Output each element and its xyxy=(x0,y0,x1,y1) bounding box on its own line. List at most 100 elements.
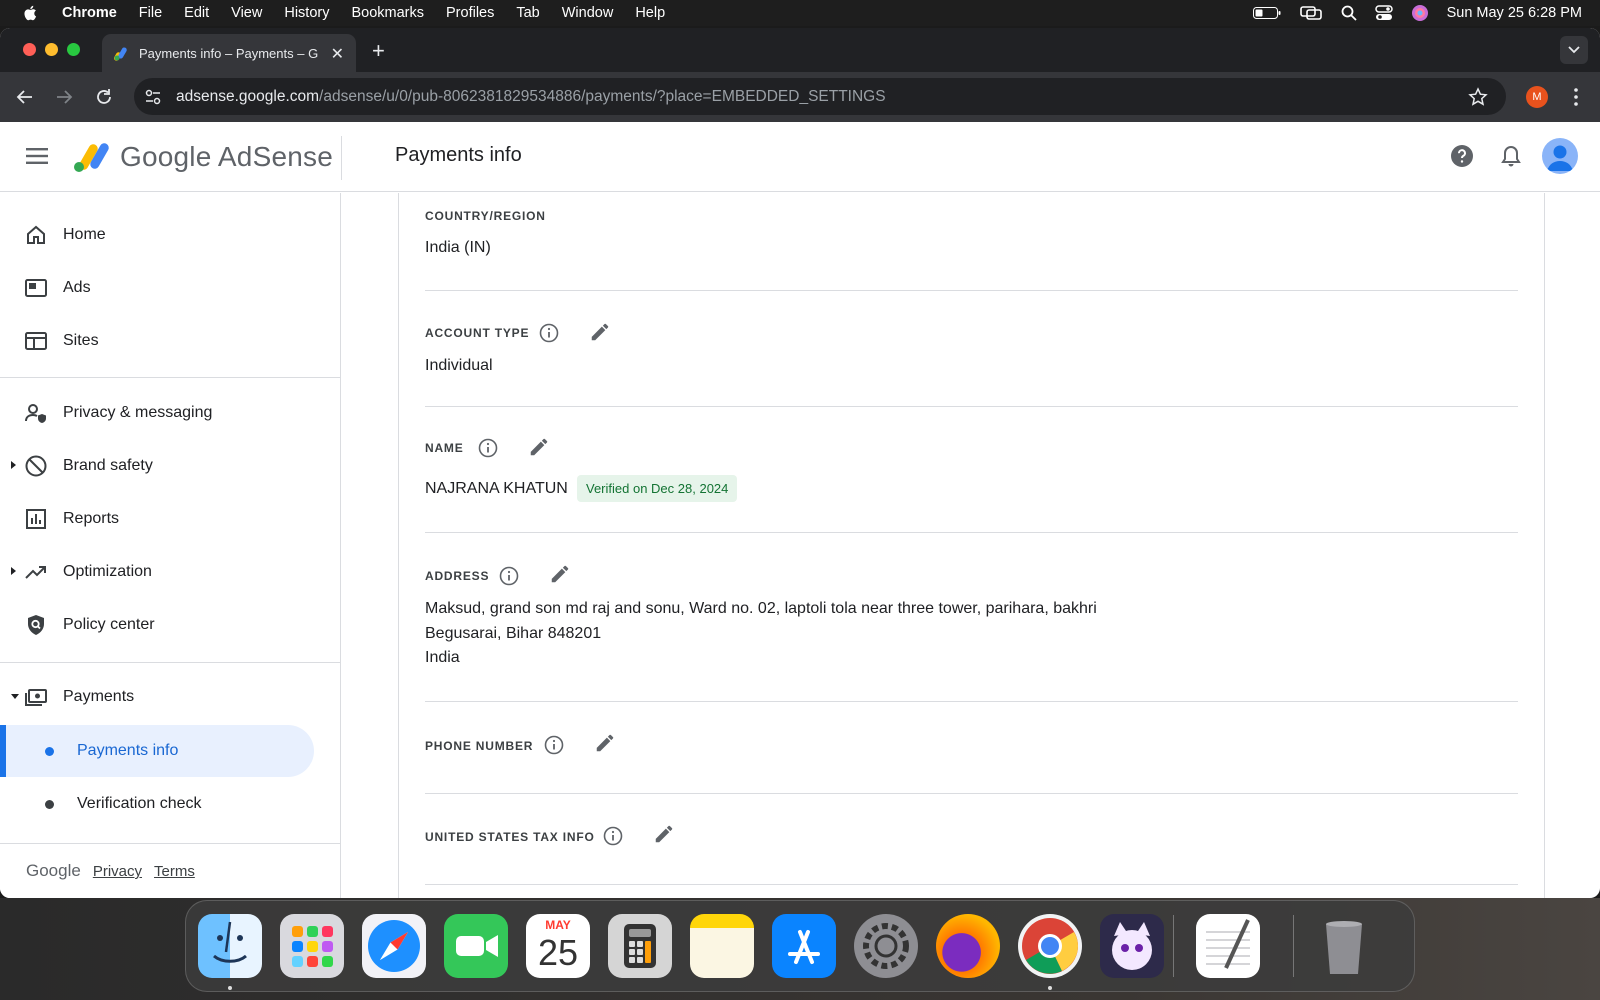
new-tab-button[interactable]: + xyxy=(372,38,385,64)
address-line-1: Maksud, grand son md raj and sonu, Ward … xyxy=(425,600,1097,617)
menu-file[interactable]: File xyxy=(139,5,162,21)
reload-button[interactable] xyxy=(92,85,116,109)
phone-label: PHONE NUMBER xyxy=(425,739,534,753)
screen-mirroring-icon[interactable] xyxy=(1299,5,1323,21)
edit-pencil-icon[interactable] xyxy=(594,732,616,754)
back-button[interactable] xyxy=(13,85,37,109)
finder-icon[interactable] xyxy=(198,914,262,978)
browser-toolbar: adsense.google.com/adsense/u/0/pub-80623… xyxy=(0,72,1600,122)
apple-icon[interactable] xyxy=(22,4,40,22)
app-store-icon[interactable] xyxy=(772,914,836,978)
close-window-button[interactable] xyxy=(23,43,36,56)
sidebar-subitem-label: Verification check xyxy=(77,795,202,812)
control-center-icon[interactable] xyxy=(1374,5,1393,21)
spotlight-search-icon[interactable] xyxy=(1341,5,1357,21)
adsense-logo[interactable]: Google AdSense xyxy=(72,140,333,174)
bar-chart-icon xyxy=(26,509,46,529)
calendar-icon[interactable]: MAY 25 xyxy=(526,914,590,978)
address-label: ADDRESS xyxy=(425,569,490,583)
trash-icon[interactable] xyxy=(1312,914,1376,978)
expand-caret-icon[interactable] xyxy=(11,567,16,575)
forward-button[interactable] xyxy=(52,85,76,109)
sidebar-item-brand-safety[interactable]: Brand safety xyxy=(0,442,341,490)
tab-payments-info[interactable]: Payments info – Payments – G ✕ xyxy=(102,34,356,72)
menubar-clock[interactable]: Sun May 25 6:28 PM xyxy=(1447,5,1582,21)
info-icon[interactable] xyxy=(603,826,623,846)
site-settings-icon[interactable] xyxy=(144,88,162,106)
facetime-icon[interactable] xyxy=(444,914,508,978)
account-avatar[interactable] xyxy=(1542,138,1578,174)
adsense-header: Google AdSense Payments info xyxy=(0,122,1600,192)
menu-bookmarks[interactable]: Bookmarks xyxy=(351,5,424,21)
macos-dock: MAY 25 xyxy=(185,900,1415,992)
info-icon[interactable] xyxy=(499,566,519,586)
menu-profiles[interactable]: Profiles xyxy=(446,5,494,21)
collapse-caret-icon[interactable] xyxy=(11,694,19,699)
safari-icon[interactable] xyxy=(362,914,426,978)
edit-pencil-icon[interactable] xyxy=(549,563,571,585)
menu-help[interactable]: Help xyxy=(635,5,665,21)
sidebar-item-sites[interactable]: Sites xyxy=(0,317,341,365)
menu-history[interactable]: History xyxy=(284,5,329,21)
field-separator xyxy=(425,290,1518,291)
menu-tab[interactable]: Tab xyxy=(516,5,539,21)
chrome-menu-icon[interactable] xyxy=(1574,88,1578,106)
window-controls xyxy=(23,43,80,56)
textedit-icon[interactable] xyxy=(1196,914,1260,978)
bookmark-star-icon[interactable] xyxy=(1468,87,1488,107)
sidebar-item-optimization[interactable]: Optimization xyxy=(0,548,341,596)
menu-app-name[interactable]: Chrome xyxy=(62,5,117,21)
tab-search-button[interactable] xyxy=(1560,36,1588,64)
sidebar-divider xyxy=(0,377,341,378)
info-icon[interactable] xyxy=(539,323,559,343)
sidebar-item-payments[interactable]: Payments xyxy=(0,673,341,721)
address-line-3: India xyxy=(425,649,460,666)
siri-icon[interactable] xyxy=(1411,4,1429,22)
chrome-profile-avatar[interactable]: M xyxy=(1526,86,1548,108)
footer-privacy-link[interactable]: Privacy xyxy=(93,863,142,880)
edit-pencil-icon[interactable] xyxy=(653,823,675,845)
menu-view[interactable]: View xyxy=(231,5,262,21)
sidebar-item-privacy-messaging[interactable]: Privacy & messaging xyxy=(0,389,341,437)
minimize-window-button[interactable] xyxy=(45,43,58,56)
battery-icon[interactable] xyxy=(1252,6,1281,20)
sidebar-item-policy-center[interactable]: Policy center xyxy=(0,601,341,649)
system-settings-icon[interactable] xyxy=(854,914,918,978)
sidebar-item-home[interactable]: Home xyxy=(0,211,341,259)
notes-icon[interactable] xyxy=(690,914,754,978)
menubar-status-area: Sun May 25 6:28 PM xyxy=(1252,0,1582,26)
account-avatar-icon xyxy=(1547,145,1573,171)
gear-icon xyxy=(863,923,909,969)
address-bar[interactable]: adsense.google.com/adsense/u/0/pub-80623… xyxy=(134,78,1506,115)
help-icon[interactable] xyxy=(1450,144,1474,168)
zoom-window-button[interactable] xyxy=(67,43,80,56)
main-menu-icon[interactable] xyxy=(26,148,48,164)
firefox-icon[interactable] xyxy=(936,914,1000,978)
expand-caret-icon[interactable] xyxy=(11,461,16,469)
country-value: India (IN) xyxy=(425,239,491,256)
menu-edit[interactable]: Edit xyxy=(184,5,209,21)
page-title: Payments info xyxy=(395,144,522,166)
info-icon[interactable] xyxy=(544,735,564,755)
chrome-icon[interactable] xyxy=(1018,914,1082,978)
furball-app-icon[interactable] xyxy=(1100,914,1164,978)
footer-terms-link[interactable]: Terms xyxy=(154,863,195,880)
launchpad-grid-icon xyxy=(292,926,333,967)
field-separator xyxy=(425,532,1518,533)
close-tab-icon[interactable]: ✕ xyxy=(331,44,344,64)
info-icon[interactable] xyxy=(478,438,498,458)
sidebar-item-reports[interactable]: Reports xyxy=(0,495,341,543)
sidebar-item-ads[interactable]: Ads xyxy=(0,264,341,312)
edit-pencil-icon[interactable] xyxy=(528,436,550,458)
field-separator xyxy=(425,793,1518,794)
url-text[interactable]: adsense.google.com/adsense/u/0/pub-80623… xyxy=(176,88,886,106)
sidebar-subitem-verification-check[interactable]: Verification check xyxy=(0,778,314,830)
notifications-bell-icon[interactable] xyxy=(1500,144,1522,168)
edit-pencil-icon[interactable] xyxy=(589,321,611,343)
sidebar-subitem-payments-info[interactable]: Payments info xyxy=(0,725,314,777)
calculator-icon[interactable] xyxy=(608,914,672,978)
launchpad-icon[interactable] xyxy=(280,914,344,978)
menu-window[interactable]: Window xyxy=(562,5,614,21)
shield-icon xyxy=(28,615,44,635)
sidebar-item-label: Privacy & messaging xyxy=(63,404,213,421)
